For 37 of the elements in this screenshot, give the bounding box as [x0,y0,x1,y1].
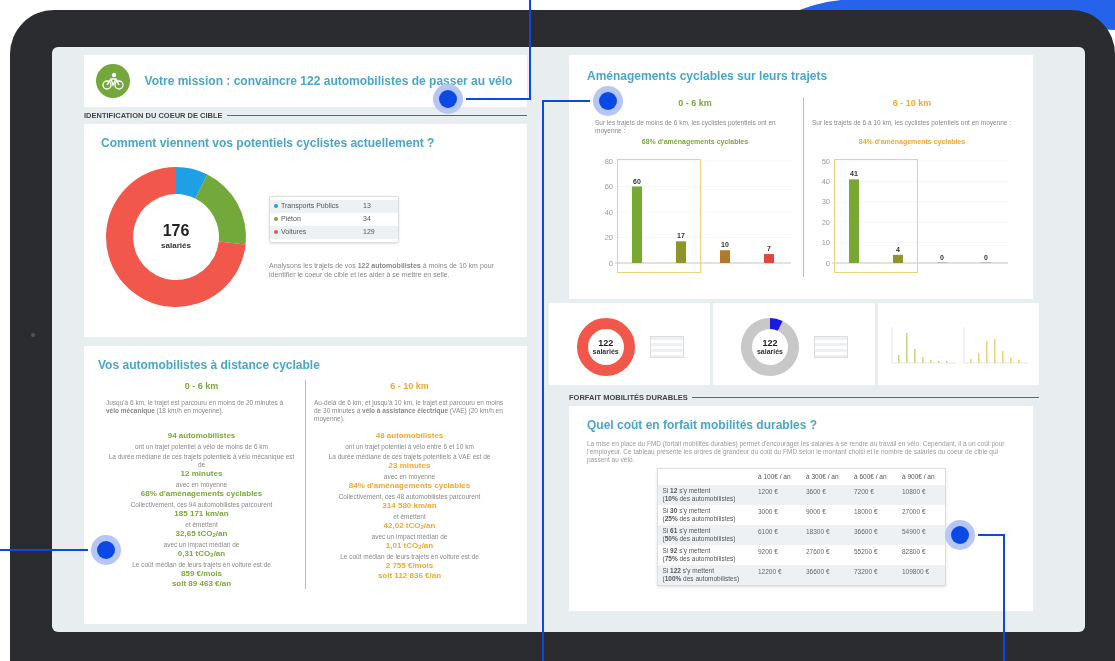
section-title: Vos automobilistes à distance cyclable [98,357,321,374]
annotation-marker [945,520,975,550]
annotation-marker [91,535,121,565]
key-figure: 42,02 tCO$_{2}$/an [383,520,436,531]
total-count: 176 [162,222,190,240]
bicycle-icon [96,64,130,98]
range-heading: 0 - 6 km [678,97,712,110]
key-figure: soit 112 836 €/an [377,570,442,581]
key-figure: 0,31 tCO$_{2}$/an [177,548,226,559]
key-figure: 68% d'aménagements cyclables [140,488,263,499]
key-figure: 32,65 tCO$_{2}$/an [175,528,228,539]
section-title: Quel coût en forfait mobilités durables ? [587,417,819,434]
key-figure: 314 580 km/an [382,500,437,511]
key-figure: 185 171 km/an [174,508,229,519]
range-heading: 0 - 6 km [184,380,219,393]
mission-title: Votre mission : convaincre 122 automobilistes de passer au vélo [143,72,514,90]
range-heading: 6 - 10 km [390,380,429,393]
key-figure: 48 automobilistes [375,430,444,441]
annotation-marker [593,86,623,116]
key-figure: 84% d'aménagements cyclables [348,480,471,491]
donut-drawing [575,316,636,377]
key-figure: 23 minutes [388,460,431,471]
key-figure: 859 €/mois [181,568,222,579]
count-label: salariés [161,240,191,252]
section-title: Comment viennent vos potentiels cyclistes actuellement ? [101,135,436,152]
key-figure: 2 755 €/mois [385,560,434,571]
key-figure: soit 89 463 €/an [171,578,232,589]
legend-drawing [814,335,848,358]
key-figure: 12 minutes [180,468,223,479]
legend-drawing [649,335,684,358]
total-count: 122 [598,337,614,348]
range-heading: 6 - 10 km [892,97,932,110]
key-figure: 94 automobilistes [167,430,236,441]
donut-drawing [740,316,800,377]
total-count: 122 [762,337,778,348]
section-title: Aménagements cyclables sur leurs trajets [587,68,829,85]
key-figure: 1,01 tCO$_{2}$/an [385,540,434,551]
